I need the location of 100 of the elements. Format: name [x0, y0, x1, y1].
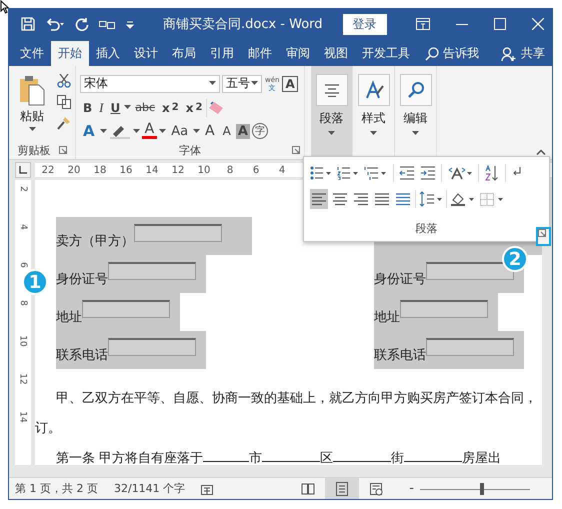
caret-icon[interactable]: [412, 131, 419, 136]
input-field[interactable]: [426, 338, 514, 356]
italic-button[interactable]: I: [96, 100, 106, 116]
paragraph-text: 甲、乙双方在平等、自愿、协商一致的基础上，就乙方向甲方购买房产签订本合同，: [56, 390, 538, 408]
ribbon-tab[interactable]: 审阅: [279, 41, 317, 66]
ribbon-display-icon[interactable]: [416, 18, 430, 30]
caret-icon[interactable]: [28, 127, 36, 132]
caret-icon[interactable]: [328, 131, 335, 136]
caret-icon[interactable]: [193, 128, 200, 134]
slider-thumb[interactable]: [480, 482, 484, 494]
shading-icon[interactable]: [450, 191, 476, 207]
format-painter-icon[interactable]: [57, 116, 71, 130]
undo-icon[interactable]: [45, 17, 65, 31]
character-shading-button[interactable]: A: [236, 124, 250, 139]
caret-icon[interactable]: [251, 81, 258, 86]
launcher-icon[interactable]: [58, 146, 66, 154]
caret-icon[interactable]: [124, 105, 132, 110]
underline-button[interactable]: U: [108, 100, 124, 115]
share-link[interactable]: 共享: [521, 45, 545, 62]
input-field[interactable]: [108, 338, 196, 356]
ribbon-tab[interactable]: 邮件: [241, 41, 279, 66]
tab-selector[interactable]: [15, 162, 31, 178]
form-row: 卖方（甲方）: [56, 217, 252, 255]
input-field[interactable]: [134, 224, 222, 242]
caret-icon[interactable]: [370, 131, 377, 136]
caret-icon[interactable]: [209, 81, 216, 86]
touch-mode-icon[interactable]: [99, 19, 115, 29]
ruler-number: 4: [278, 164, 286, 176]
grow-font-button[interactable]: A: [202, 123, 218, 140]
ribbon-tab[interactable]: 引用: [203, 41, 241, 66]
ruler-number: 22: [40, 164, 56, 176]
font-name-field[interactable]: 宋体: [80, 74, 220, 93]
bullets-icon[interactable]: [310, 166, 332, 180]
ribbon-button[interactable]: 段落: [311, 66, 353, 159]
ribbon-tab[interactable]: 文件: [13, 41, 51, 66]
increase-indent-icon[interactable]: [420, 166, 436, 180]
bold-button[interactable]: B: [80, 100, 96, 115]
ruler-number: 10: [196, 164, 212, 176]
change-case-button[interactable]: Aa: [168, 124, 192, 139]
input-field[interactable]: [108, 262, 196, 280]
scissors-icon[interactable]: [57, 74, 71, 88]
macro-record-icon[interactable]: [201, 482, 214, 494]
input-field[interactable]: [400, 300, 488, 318]
caret-icon[interactable]: [100, 128, 107, 134]
paste-button[interactable]: 粘贴: [13, 66, 51, 133]
input-field[interactable]: [82, 300, 170, 318]
ruler-number: 14: [18, 411, 28, 423]
font-size-field[interactable]: 五号: [222, 74, 262, 93]
ribbon-tab[interactable]: 布局: [165, 41, 203, 66]
page-count[interactable]: 第 1 页，共 2 页: [15, 481, 98, 496]
web-layout-icon: [369, 482, 384, 496]
tab-stop-icon[interactable]: [19, 166, 27, 174]
view-button[interactable]: [325, 478, 360, 499]
multilevel-list-icon[interactable]: [364, 166, 388, 180]
maximize-icon[interactable]: [494, 18, 506, 30]
ruler-number: 18: [92, 164, 108, 176]
redo-icon[interactable]: [75, 17, 89, 31]
zoom-out-button[interactable]: -: [409, 481, 414, 496]
ruler-number: 14: [144, 164, 160, 176]
align-button[interactable]: [310, 189, 328, 209]
ribbon-tab[interactable]: 开发工具: [355, 41, 417, 66]
ruler-number: 8: [226, 164, 234, 176]
sign-in-button[interactable]: 登录: [342, 14, 387, 34]
save-icon[interactable]: [21, 17, 35, 31]
copy-icon[interactable]: [57, 95, 71, 109]
right-align-icon: [352, 191, 370, 207]
person-icon[interactable]: [501, 46, 517, 60]
ribbon-tab[interactable]: 插入: [89, 41, 127, 66]
close-icon[interactable]: [532, 18, 544, 30]
text-effects-button[interactable]: A: [80, 122, 98, 140]
font-color-button[interactable]: A: [142, 123, 158, 140]
caret-icon[interactable]: [159, 128, 166, 134]
search-icon[interactable]: [425, 46, 439, 60]
group-label: 段落: [416, 222, 438, 235]
dialog-launcher-button[interactable]: [536, 227, 551, 246]
word-count[interactable]: 32/1141 个字: [114, 481, 186, 496]
ribbon-tab[interactable]: 设计: [127, 41, 165, 66]
launcher-icon[interactable]: [292, 146, 300, 154]
ruler-number: 6: [252, 164, 260, 176]
numbering-icon[interactable]: [337, 166, 359, 180]
distributed-align-icon: [394, 191, 412, 207]
launcher-icon[interactable]: [538, 229, 546, 237]
line-spacing-icon[interactable]: [419, 191, 443, 207]
decrease-indent-icon[interactable]: [399, 166, 415, 180]
ribbon-tab[interactable]: 开始: [51, 41, 89, 66]
ruler-number: 20: [66, 164, 82, 176]
character-border-button[interactable]: A: [282, 76, 298, 92]
caret-icon[interactable]: [132, 128, 140, 134]
collapse-ribbon-icon[interactable]: [536, 149, 546, 155]
ruler-number: 12: [18, 373, 28, 385]
ribbon-tab[interactable]: 视图: [317, 41, 355, 66]
highlighter-icon[interactable]: [108, 123, 131, 140]
enclose-character-button[interactable]: 字: [252, 123, 268, 140]
tell-me-link[interactable]: 告诉我: [443, 45, 479, 62]
shrink-font-button[interactable]: A: [220, 124, 234, 138]
form-row: 地址: [374, 293, 498, 331]
strikethrough-button[interactable]: abc: [132, 101, 158, 114]
customize-toolbar-icon[interactable]: [125, 19, 135, 29]
chinese-layout-icon[interactable]: [447, 166, 473, 180]
sort-icon[interactable]: [484, 165, 500, 181]
